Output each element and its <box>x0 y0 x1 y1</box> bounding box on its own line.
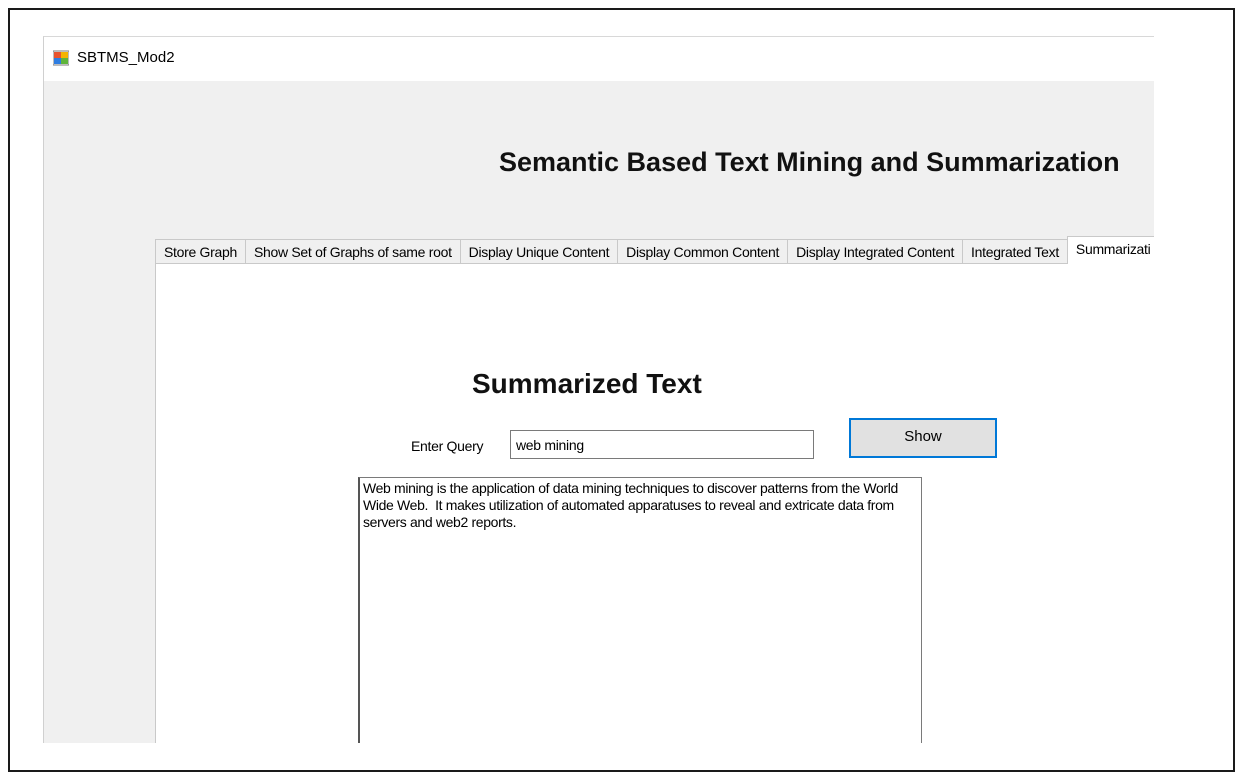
tab-strip: Store Graph Show Set of Graphs of same r… <box>155 236 1154 264</box>
section-heading: Summarized Text <box>472 368 702 399</box>
app-icon <box>53 50 69 66</box>
window-title: SBTMS_Mod2 <box>77 49 175 66</box>
summary-output-textarea[interactable]: Web mining is the application of data mi… <box>358 477 922 743</box>
tab-integrated-text[interactable]: Integrated Text <box>962 239 1068 264</box>
app-window: SBTMS_Mod2 Semantic Based Text Mining an… <box>43 36 1154 743</box>
summarization-tab-page: Summarized Text Enter Query Show Web min… <box>155 263 1154 743</box>
form-client-area: Semantic Based Text Mining and Summariza… <box>44 81 1154 743</box>
title-bar[interactable]: SBTMS_Mod2 <box>44 37 1154 81</box>
screenshot-frame: SBTMS_Mod2 Semantic Based Text Mining an… <box>8 8 1235 772</box>
tab-summarization[interactable]: Summarizati <box>1066 236 1154 264</box>
show-button[interactable]: Show <box>849 418 997 458</box>
query-label: Enter Query <box>411 438 484 454</box>
tab-display-common-content[interactable]: Display Common Content <box>617 239 789 264</box>
page-title: Semantic Based Text Mining and Summariza… <box>499 147 1120 177</box>
tab-display-unique-content[interactable]: Display Unique Content <box>459 239 619 264</box>
tab-show-set-of-graphs[interactable]: Show Set of Graphs of same root <box>244 239 461 264</box>
query-input[interactable] <box>510 430 814 459</box>
tab-store-graph[interactable]: Store Graph <box>155 239 246 264</box>
tab-display-integrated-content[interactable]: Display Integrated Content <box>787 239 964 264</box>
